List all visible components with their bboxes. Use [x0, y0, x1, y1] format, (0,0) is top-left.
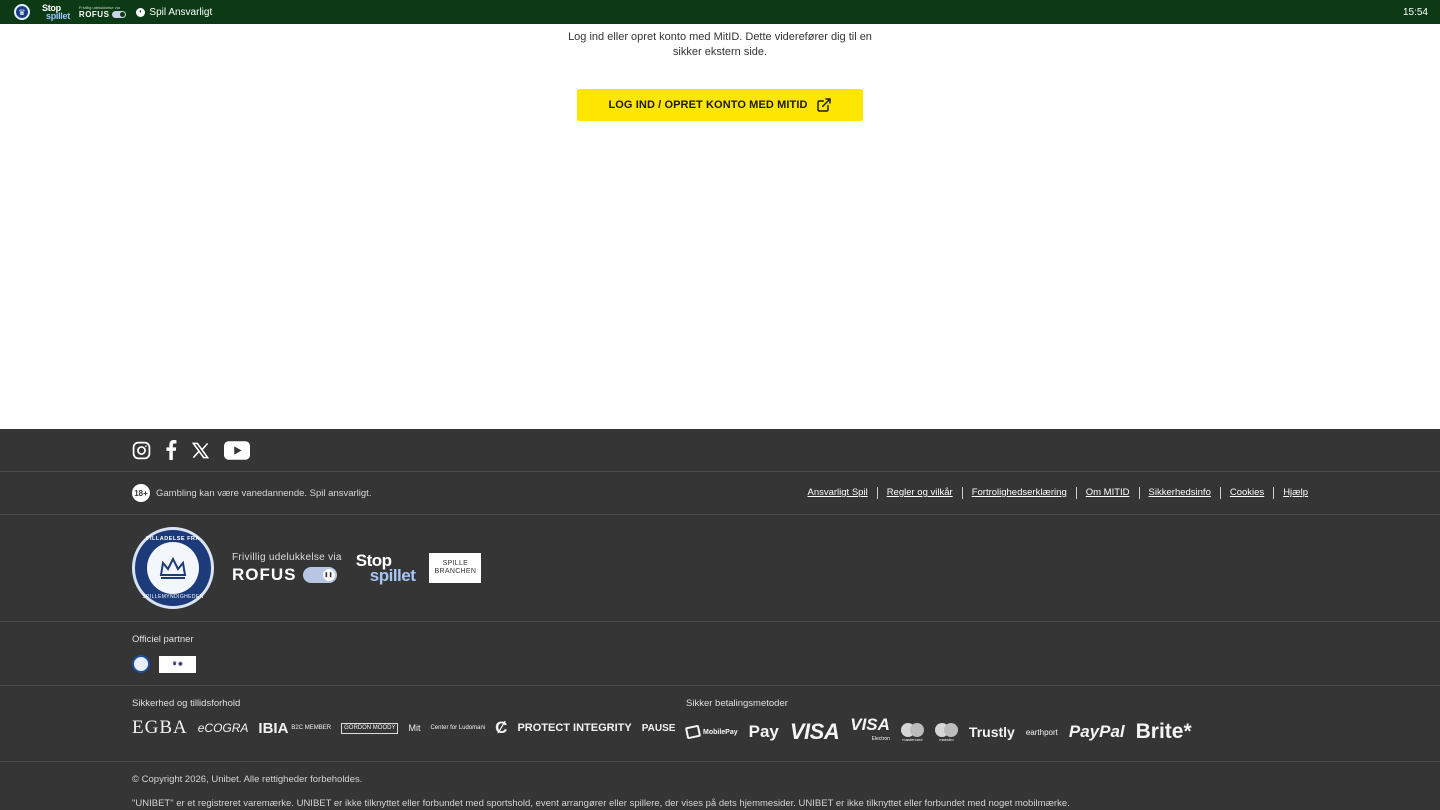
maestro-icon [934, 722, 958, 737]
responsible-gaming-text: Gambling kan være vanedannende. Spil ans… [156, 487, 372, 499]
fck-logo-icon[interactable] [132, 655, 150, 673]
external-link-icon [816, 98, 831, 112]
trustly-logo[interactable]: Trustly [969, 724, 1015, 740]
link-sikkerhedsinfo[interactable]: Sikkerhedsinfo [1138, 487, 1220, 499]
security-logos: EGBA eCOGRA IBIA B2C MEMBER GORDON MOODY… [132, 716, 675, 740]
payment-logos: MobilePay Pay VISA VISA Electron masterc… [684, 716, 1192, 747]
maestro-logo[interactable]: maestro [934, 722, 958, 742]
partner-logos: ♛ ◉ [132, 655, 196, 673]
responsible-gaming-row: 18+ Gambling kan være vanedannende. Spil… [132, 484, 1308, 502]
mitid-logo[interactable]: Mit [408, 723, 420, 733]
link-regler-og-vilkar[interactable]: Regler og vilkår [876, 487, 962, 499]
age-18-badge: 18+ [132, 484, 150, 502]
protect-integrity-logo[interactable]: PROTECT INTEGRITY [517, 723, 631, 734]
stopspillet-logo[interactable]: Stop spillet [356, 552, 416, 584]
link-om-mitid[interactable]: Om MITID [1075, 487, 1139, 499]
earthport-logo[interactable]: earthport [1026, 728, 1058, 737]
stopspillet-logo[interactable]: Stop spillet [42, 4, 70, 21]
rofus-toggle-icon [302, 566, 337, 583]
spillebranchen-logo[interactable]: SPILLE BRANCHEN [429, 553, 482, 583]
divider [0, 471, 1440, 472]
visa-electron-logo[interactable]: VISA Electron [850, 716, 890, 747]
footer: 18+ Gambling kan være vanedannende. Spil… [0, 429, 1440, 810]
mitid-login-button[interactable]: LOG IND / OPRET KONTO MED MITID [577, 89, 863, 121]
official-partner-title: Officiel partner [132, 634, 194, 645]
spillemyndigheden-license-seal[interactable]: TILLADELSE FRA SPILLEMYNDIGHEDEN [132, 527, 214, 609]
rofus-logo[interactable]: Frivillig udelukkelse via ROFUS [79, 5, 127, 19]
paypal-logo[interactable]: PayPal [1069, 722, 1125, 742]
visa-logo[interactable]: VISA [790, 719, 840, 745]
license-logos: TILLADELSE FRA SPILLEMYNDIGHEDEN Frivill… [132, 527, 482, 609]
egba-logo[interactable]: EGBA [132, 717, 188, 739]
ecogra-logo[interactable]: eCOGRA [198, 721, 249, 735]
security-title: Sikkerhed og tillidsforhold [132, 698, 241, 709]
gordon-moody-logo[interactable]: GORDON MOODY [341, 722, 399, 734]
payment-title: Sikker betalingsmetoder [686, 698, 788, 709]
mobilepay-logo[interactable]: MobilePay [684, 724, 738, 740]
rofus-toggle-icon [112, 11, 127, 18]
trademark-text: "UNIBET" er et registreret varemærke. UN… [132, 798, 1070, 809]
x-icon[interactable] [191, 441, 210, 460]
link-fortrolighedserklaering[interactable]: Fortrolighedserklæring [961, 487, 1076, 499]
center-for-ludomani-logo[interactable]: Center for Ludomani [430, 725, 485, 731]
divider [0, 761, 1440, 762]
spil-ansvarligt-link[interactable]: ◐ Spil Ansvarligt [136, 7, 212, 18]
link-cookies[interactable]: Cookies [1219, 487, 1273, 499]
footer-links: Ansvarligt Spil Regler og vilkår Fortrol… [798, 487, 1308, 499]
cc-logo-icon[interactable]: Ȼ [495, 718, 507, 738]
spillemyndigheden-seal-icon[interactable]: ♛ [14, 4, 30, 20]
divider [0, 685, 1440, 686]
divider [0, 621, 1440, 622]
divider [0, 514, 1440, 515]
instagram-icon[interactable] [132, 441, 151, 460]
applepay-logo[interactable]: Pay [749, 722, 779, 742]
premier-league-logo-icon[interactable]: ♛ ◉ [159, 655, 196, 673]
mitid-intro-text: Log ind eller opret konto med MitID. Det… [568, 31, 872, 58]
social-links [132, 440, 250, 460]
responsible-gaming-icon: ◐ [136, 7, 146, 17]
copyright-text: © Copyright 2026, Unibet. Alle rettighed… [132, 774, 363, 785]
pause-logo[interactable]: PAUSE [642, 723, 676, 734]
youtube-icon[interactable] [224, 440, 250, 460]
link-ansvarligt-spil[interactable]: Ansvarligt Spil [798, 487, 876, 499]
facebook-icon[interactable] [165, 440, 177, 460]
crown-icon [147, 542, 199, 594]
link-hjaelp[interactable]: Hjælp [1273, 487, 1308, 499]
ibia-logo[interactable]: IBIA B2C MEMBER [258, 720, 331, 737]
mobilepay-icon [684, 724, 702, 740]
clock: 15:54 [1402, 6, 1428, 18]
mastercard-logo[interactable]: mastercard [900, 722, 924, 742]
mastercard-icon [900, 722, 924, 737]
top-bar: ♛ Stop spillet Frivillig udelukkelse via… [0, 0, 1440, 24]
rofus-logo[interactable]: Frivillig udelukkelse via ROFUS [232, 552, 342, 585]
brite-logo[interactable]: Brite* [1136, 720, 1192, 744]
